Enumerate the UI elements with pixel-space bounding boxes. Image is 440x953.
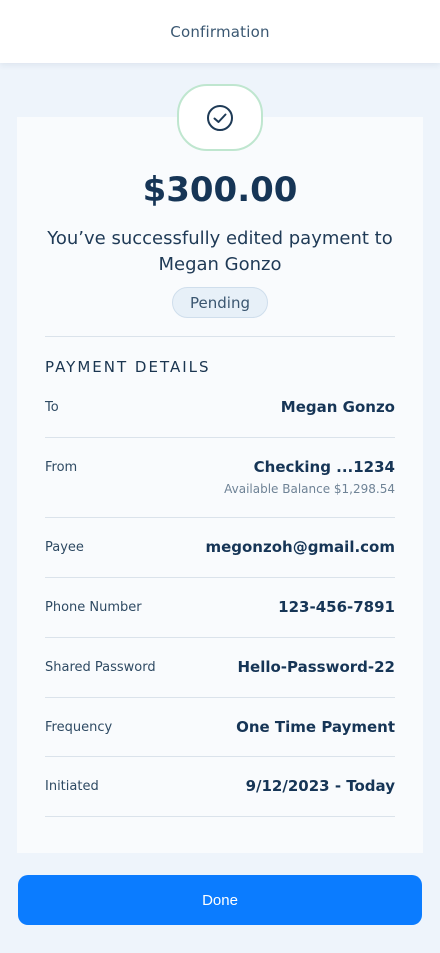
detail-value: Hello-Password-22 xyxy=(237,658,395,676)
detail-label: Phone Number xyxy=(45,600,142,615)
done-button[interactable]: Done xyxy=(18,875,422,925)
status-badge: Pending xyxy=(172,287,268,318)
detail-label: Frequency xyxy=(45,720,113,735)
detail-row-phone: Phone Number 123-456-7891 xyxy=(45,578,395,638)
success-message: You’ve successfully edited payment to Me… xyxy=(47,228,393,275)
payment-amount: $300.00 xyxy=(142,170,298,210)
detail-label: Payee xyxy=(45,540,84,555)
check-circle-icon xyxy=(207,104,233,131)
detail-value: 123-456-7891 xyxy=(278,598,395,616)
detail-row-shared-password: Shared Password Hello-Password-22 xyxy=(45,638,395,698)
detail-label: To xyxy=(45,400,59,415)
detail-value: megonzoh@gmail.com xyxy=(205,538,395,556)
detail-value: One Time Payment xyxy=(236,718,395,736)
available-balance: Available Balance $1,298.54 xyxy=(224,482,395,496)
detail-row-payee: Payee megonzoh@gmail.com xyxy=(45,518,395,578)
section-title-payment-details: PAYMENT DETAILS xyxy=(45,358,211,376)
detail-value: Checking ...1234 xyxy=(253,458,395,476)
detail-label: Shared Password xyxy=(45,660,156,675)
divider xyxy=(45,336,395,337)
page-title: Confirmation xyxy=(170,22,270,41)
top-bar: Confirmation xyxy=(0,0,440,63)
detail-value: 9/12/2023 - Today xyxy=(245,777,395,795)
success-badge xyxy=(177,84,263,151)
detail-row-frequency: Frequency One Time Payment xyxy=(45,698,395,757)
detail-row-to: To Megan Gonzo xyxy=(45,380,395,438)
detail-row-from: From Checking ...1234 Available Balance … xyxy=(45,438,395,518)
detail-label: Initiated xyxy=(45,779,99,794)
detail-label: From xyxy=(45,460,78,475)
detail-value: Megan Gonzo xyxy=(280,398,395,416)
detail-row-initiated: Initiated 9/12/2023 - Today xyxy=(45,757,395,817)
